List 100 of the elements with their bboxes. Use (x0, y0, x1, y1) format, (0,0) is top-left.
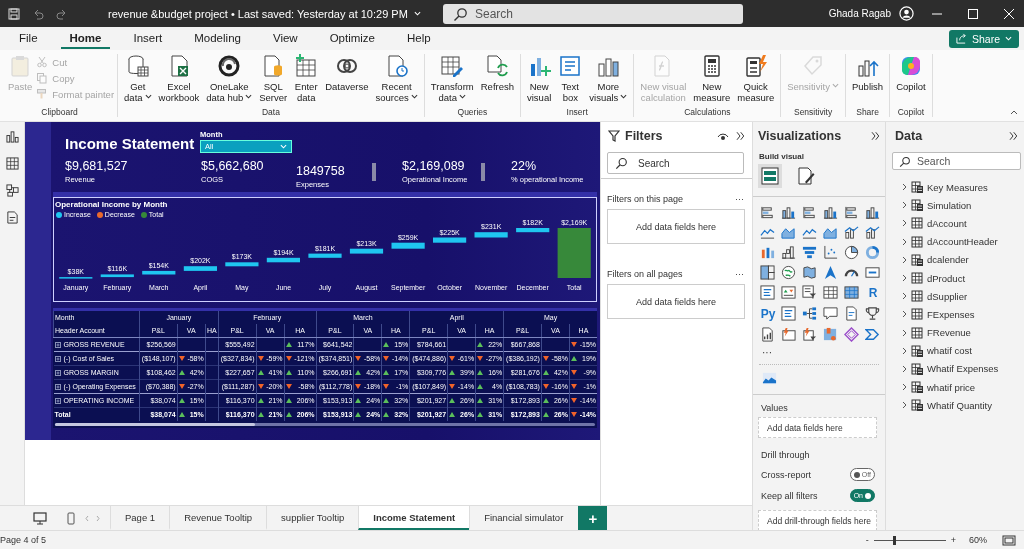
save-icon[interactable] (8, 7, 20, 20)
visual-type-button[interactable]: Py (760, 306, 776, 322)
table-name[interactable]: whatif cost (927, 345, 972, 357)
ribbon-button[interactable]: Quick measure (734, 54, 778, 105)
expand-icon[interactable] (54, 383, 61, 390)
ribbon-button[interactable]: More visuals (586, 54, 631, 105)
menu-tab[interactable]: File (10, 28, 47, 49)
slicer-icon[interactable] (802, 285, 817, 300)
pie-chart-icon[interactable] (844, 245, 859, 260)
area-chart-icon[interactable] (781, 225, 796, 240)
table-name[interactable]: dAccount (927, 217, 967, 229)
table-name[interactable]: Simulation (927, 199, 972, 211)
zoom-slider-thumb[interactable] (892, 535, 896, 545)
page-tab[interactable]: Income Statement (358, 506, 470, 530)
collapse-pane-icon[interactable] (1007, 130, 1019, 142)
drop-zone[interactable]: Add drill-through fields here (758, 510, 877, 530)
waterfall-chart-icon[interactable] (781, 245, 796, 260)
table-name[interactable]: FExpenses (927, 308, 975, 320)
expand-icon[interactable] (54, 397, 61, 404)
redo-icon[interactable] (56, 7, 68, 20)
search-field[interactable]: Search (892, 152, 1021, 170)
more-options-button[interactable]: ··· (735, 194, 744, 204)
combo-chart-icon[interactable] (865, 225, 880, 240)
add-page-button[interactable]: + (578, 506, 608, 530)
menu-tab[interactable]: Modeling (185, 28, 250, 49)
menu-tab[interactable]: Help (398, 28, 440, 49)
model-icon[interactable] (5, 184, 19, 197)
ribbon-button[interactable]: Copilot (893, 54, 929, 105)
scatter-chart-icon[interactable] (823, 245, 838, 260)
combo-chart-icon[interactable] (844, 225, 859, 240)
ribbon-button[interactable]: Publish (849, 54, 887, 105)
more-options-button[interactable]: ··· (735, 269, 744, 279)
drop-zone[interactable]: Add data fields here (758, 417, 877, 438)
map-icon[interactable] (802, 265, 817, 280)
table-name[interactable]: Key Measures (927, 181, 988, 193)
avatar-icon[interactable] (899, 6, 914, 21)
speech-bubble-icon[interactable] (823, 306, 838, 321)
expand-icon[interactable] (54, 369, 61, 376)
build-mode-tab[interactable] (758, 164, 782, 188)
navigation-arrow-icon[interactable] (823, 265, 838, 280)
menu-tab[interactable]: Optimize (320, 28, 384, 49)
table-icon[interactable] (5, 157, 19, 170)
column-chart-icon[interactable] (781, 205, 796, 220)
app-icon[interactable] (823, 327, 838, 342)
ribbon-button[interactable]: Dataverse (322, 54, 372, 105)
visual-type-button[interactable]: R (865, 285, 881, 301)
maximize-icon[interactable] (968, 8, 978, 19)
table-name[interactable]: dSupplier (927, 290, 968, 302)
eye-icon[interactable] (717, 131, 729, 141)
search-field[interactable]: Search (607, 152, 744, 174)
expand-icon[interactable] (54, 341, 61, 348)
document-icon[interactable] (844, 306, 859, 321)
ribbon-button[interactable]: New visual (524, 54, 555, 105)
kpi-icon[interactable] (781, 285, 796, 300)
drop-zone[interactable]: Add data fields here (607, 209, 745, 244)
table-name[interactable]: dAccountHeader (927, 236, 998, 248)
more-visuals-button[interactable]: ··· (762, 347, 885, 358)
document-icon[interactable] (5, 211, 19, 224)
column-chart-icon[interactable] (760, 245, 775, 260)
ribbon-button[interactable]: OneLake data hub (203, 54, 256, 105)
table-name[interactable]: FRevenue (927, 327, 971, 339)
fit-page-icon[interactable] (1002, 534, 1016, 546)
share-button[interactable]: Share (948, 29, 1019, 48)
diamond-icon[interactable] (844, 327, 859, 342)
scrollbar[interactable] (55, 423, 595, 426)
report-icon[interactable] (760, 327, 775, 342)
zoom-out-button[interactable]: - (865, 535, 869, 545)
close-icon[interactable] (1004, 8, 1014, 19)
bar-chart-icon[interactable] (760, 205, 775, 220)
funnel-icon[interactable] (802, 245, 817, 260)
zoom-in-button[interactable]: + (950, 535, 956, 545)
menu-tab[interactable]: Insert (124, 28, 172, 49)
table-icon[interactable] (823, 285, 838, 300)
menu-tab[interactable]: View (263, 28, 307, 49)
tree-icon[interactable] (802, 306, 817, 321)
collapse-pane-icon[interactable] (734, 130, 746, 142)
ribbon-button[interactable]: Get data (121, 54, 155, 105)
trophy-icon[interactable] (865, 306, 880, 321)
undo-icon[interactable] (32, 7, 44, 20)
expand-icon[interactable] (54, 355, 61, 362)
ribbon-button[interactable]: Refresh (477, 54, 517, 105)
ribbon-button[interactable]: SQL Server (256, 54, 291, 105)
ribbon-button[interactable]: Recent sources (372, 54, 421, 105)
collapse-icon[interactable] (1010, 110, 1018, 115)
globe-icon[interactable] (781, 265, 796, 280)
matrix-icon[interactable] (844, 285, 859, 300)
chevron-icon[interactable] (865, 327, 880, 342)
bar-chart-icon[interactable] (844, 205, 859, 220)
ribbon-button[interactable]: Enter data (291, 54, 322, 105)
ribbon-button[interactable]: Excel workbook (155, 54, 203, 105)
table-name[interactable]: Whatif Expenses (927, 363, 999, 375)
column-chart-icon[interactable] (865, 205, 880, 220)
custom-visual-icon[interactable] (762, 371, 777, 386)
text-list-icon[interactable] (781, 306, 796, 321)
collapse-pane-icon[interactable] (869, 130, 881, 142)
bar-chart-icon[interactable] (5, 130, 19, 143)
card-icon[interactable] (781, 327, 796, 342)
ribbon-button[interactable]: New measure (690, 54, 734, 105)
slicer-icon[interactable] (802, 327, 817, 342)
bar-chart-icon[interactable] (802, 205, 817, 220)
